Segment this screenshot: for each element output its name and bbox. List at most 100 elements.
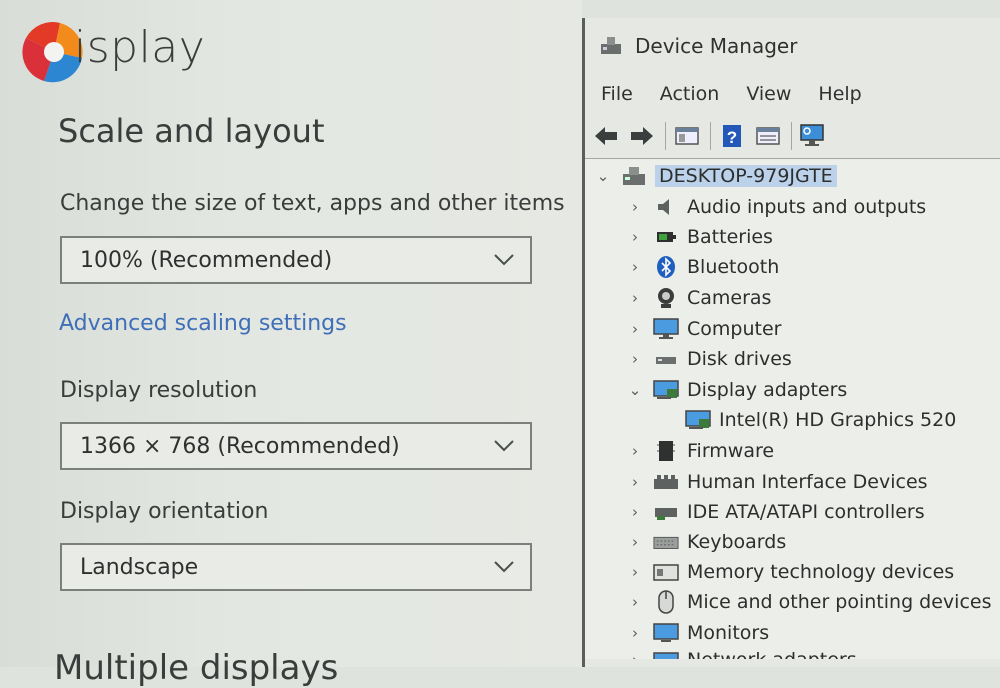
tree-node-ide-controllers[interactable]: › IDE ATA/ATAPI controllers (627, 497, 925, 527)
tree-node-cameras[interactable]: › Cameras (627, 283, 771, 313)
network-icon (653, 648, 679, 659)
tree-root-computer[interactable]: ⌄ DESKTOP-979JGTE (595, 161, 837, 191)
arrow-left-icon (595, 127, 617, 145)
properties-button[interactable] (753, 121, 783, 151)
scale-dropdown[interactable]: 100% (Recommended) (60, 236, 532, 284)
chip-icon (653, 439, 679, 463)
display-settings-pane: isplay Scale and layout Change the size … (0, 0, 582, 688)
tree-node-monitors[interactable]: › Monitors (627, 618, 769, 648)
advanced-scaling-link[interactable]: Advanced scaling settings (59, 311, 347, 336)
scale-value: 100% (Recommended) (80, 247, 333, 273)
chevron-right-icon[interactable]: › (627, 624, 643, 642)
computer-tower-icon (621, 164, 647, 188)
memory-icon (653, 560, 679, 584)
display-adapter-icon (653, 378, 679, 402)
tree-node-computer[interactable]: › Computer (627, 314, 781, 344)
chevron-right-icon[interactable]: › (627, 350, 643, 368)
device-manager-titlebar[interactable]: Device Manager (585, 18, 1000, 74)
menu-bar: File Action View Help (585, 74, 1000, 114)
orientation-dropdown[interactable]: Landscape (60, 543, 532, 591)
menu-file[interactable]: File (601, 83, 633, 105)
monitor-icon (653, 317, 679, 341)
menu-view[interactable]: View (746, 83, 791, 105)
node-label: Human Interface Devices (687, 471, 928, 493)
tree-node-hid[interactable]: › Human Interface Devices (627, 467, 928, 497)
device-manager-icon (601, 37, 621, 54)
console-tree-icon (675, 127, 699, 145)
page-title: isplay (74, 22, 206, 73)
tree-node-disk-drives[interactable]: › Disk drives (627, 344, 792, 374)
toolbar-separator (665, 122, 666, 150)
node-label: Disk drives (687, 348, 792, 370)
tree-node-batteries[interactable]: › Batteries (627, 222, 773, 252)
battery-icon (653, 225, 679, 249)
chevron-right-icon[interactable]: › (627, 228, 643, 246)
menu-action[interactable]: Action (660, 83, 720, 105)
chevron-right-icon[interactable]: › (627, 442, 643, 460)
root-label: DESKTOP-979JGTE (655, 165, 837, 187)
forward-button[interactable] (627, 121, 657, 151)
hid-icon (653, 470, 679, 494)
menu-help[interactable]: Help (818, 83, 861, 105)
chevron-down-icon (494, 440, 514, 452)
node-label: Mice and other pointing devices (687, 591, 992, 613)
multiple-displays-heading: Multiple displays (54, 648, 339, 688)
node-label: Computer (687, 318, 782, 340)
tree-node-network-adapters[interactable]: › Network adapters (627, 645, 857, 659)
chevron-right-icon[interactable]: › (627, 533, 643, 551)
node-label: Keyboards (687, 531, 787, 553)
toolbar-separator (710, 122, 711, 150)
node-label: IDE ATA/ATAPI controllers (687, 501, 925, 523)
chevron-down-icon[interactable]: ⌄ (627, 381, 643, 399)
node-label: Cameras (687, 287, 772, 309)
tree-node-memory-tech[interactable]: › Memory technology devices (627, 557, 954, 587)
device-manager-window: Device Manager File Action View Help ? ⌄… (582, 18, 1000, 667)
show-hide-tree-button[interactable] (672, 121, 702, 151)
node-label: Bluetooth (687, 256, 780, 278)
scan-monitor-icon (800, 124, 824, 146)
svg-text:?: ? (727, 128, 737, 147)
chevron-right-icon[interactable]: › (627, 503, 643, 521)
speaker-icon (653, 195, 679, 219)
tree-node-audio[interactable]: › Audio inputs and outputs (627, 192, 926, 222)
node-label: Batteries (687, 226, 773, 248)
help-icon: ? (723, 125, 741, 147)
orientation-label: Display orientation (60, 499, 269, 524)
tree-node-bluetooth[interactable]: › Bluetooth (627, 252, 779, 282)
node-label: Display adapters (687, 379, 848, 401)
tree-node-display-adapters[interactable]: ⌄ Display adapters (627, 375, 848, 405)
chevron-right-icon[interactable]: › (627, 289, 643, 307)
tree-node-intel-graphics[interactable]: Intel(R) HD Graphics 520 (685, 405, 956, 435)
help-button[interactable]: ? (717, 121, 747, 151)
chevron-down-icon (494, 561, 514, 573)
controller-icon (653, 500, 679, 524)
toolbar-separator (791, 122, 792, 150)
orientation-value: Landscape (80, 554, 199, 580)
node-label: Firmware (687, 440, 775, 462)
tree-node-mice[interactable]: › Mice and other pointing devices (627, 587, 991, 617)
chevron-right-icon[interactable]: › (627, 563, 643, 581)
tree-node-keyboards[interactable]: › Keyboards (627, 527, 786, 557)
chevron-right-icon[interactable]: › (627, 258, 643, 276)
scan-hardware-button[interactable] (798, 121, 828, 151)
camera-icon (653, 286, 679, 310)
properties-icon (756, 127, 780, 145)
chevron-down-icon (494, 254, 514, 266)
chevron-right-icon[interactable]: › (627, 651, 643, 659)
window-title: Device Manager (635, 34, 798, 58)
chevron-down-icon[interactable]: ⌄ (595, 167, 611, 185)
disk-icon (653, 347, 679, 371)
resolution-label: Display resolution (60, 378, 258, 403)
chevron-right-icon[interactable]: › (627, 593, 643, 611)
tree-node-firmware[interactable]: › Firmware (627, 436, 774, 466)
node-label: Intel(R) HD Graphics 520 (719, 409, 957, 431)
resolution-dropdown[interactable]: 1366 × 768 (Recommended) (60, 422, 532, 470)
device-tree: ⌄ DESKTOP-979JGTE › Audio inputs and out… (585, 159, 1000, 659)
resolution-value: 1366 × 768 (Recommended) (80, 433, 400, 459)
back-button[interactable] (591, 121, 621, 151)
chevron-right-icon[interactable]: › (627, 320, 643, 338)
toolbar: ? (585, 114, 1000, 159)
node-label: Network adapters (687, 649, 857, 659)
chevron-right-icon[interactable]: › (627, 198, 643, 216)
chevron-right-icon[interactable]: › (627, 473, 643, 491)
